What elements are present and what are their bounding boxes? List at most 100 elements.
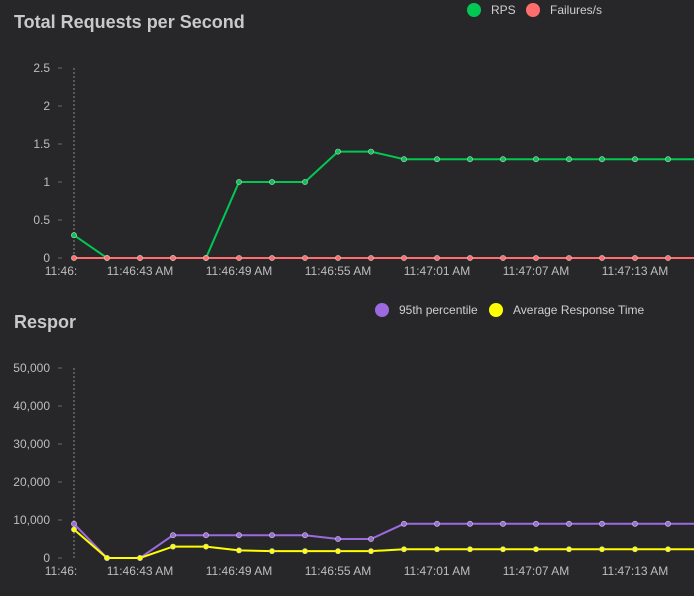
chart-series-response	[71, 520, 694, 561]
data-point-resp-0[interactable]	[368, 536, 374, 542]
data-point-resp-0[interactable]	[170, 532, 176, 539]
data-point-rps-1[interactable]	[533, 255, 539, 261]
data-point-rps-1[interactable]	[236, 255, 242, 261]
data-point-rps-1[interactable]	[335, 255, 341, 261]
data-point-resp-1[interactable]	[566, 546, 572, 553]
x-tick-label: 11:47:01 AM	[404, 564, 471, 578]
data-point-resp-1[interactable]	[236, 547, 242, 554]
chart-series-rps	[71, 148, 694, 261]
data-point-rps-0[interactable]	[368, 148, 374, 155]
y-tick-label: 20,000	[13, 475, 50, 489]
data-point-rps-1[interactable]	[170, 255, 176, 261]
legend-response[interactable]: 95th percentile Average Response Time	[375, 303, 645, 317]
chart-axes-response: 0 10,000 20,000 30,000 40,000 50,000 11:46: 11:…	[13, 361, 668, 578]
legend-marker-rps[interactable]	[467, 3, 481, 17]
data-point-rps-0[interactable]	[599, 156, 605, 163]
data-point-resp-0[interactable]	[665, 520, 671, 527]
data-point-resp-0[interactable]	[236, 532, 242, 539]
data-point-resp-1[interactable]	[137, 555, 143, 561]
data-point-rps-1[interactable]	[632, 255, 638, 261]
x-tick-label: 11:46:55 AM	[305, 564, 372, 578]
series-line-resp-0[interactable]	[73, 522, 694, 559]
legend-marker-p95[interactable]	[375, 303, 389, 317]
y-tick-label: 0.5	[33, 213, 50, 227]
data-point-resp-0[interactable]	[203, 532, 209, 539]
data-point-rps-0[interactable]	[401, 156, 407, 163]
data-point-rps-0[interactable]	[236, 179, 242, 185]
data-point-resp-0[interactable]	[533, 520, 539, 527]
data-point-resp-1[interactable]	[368, 548, 374, 555]
data-point-resp-1[interactable]	[203, 543, 209, 550]
legend-label-rps[interactable]: RPS	[491, 3, 516, 17]
legend-rps[interactable]: RPS Failures/s	[467, 3, 602, 17]
data-point-rps-1[interactable]	[599, 255, 605, 261]
data-point-resp-1[interactable]	[302, 548, 308, 555]
data-point-rps-1[interactable]	[137, 255, 143, 261]
data-point-rps-1[interactable]	[104, 255, 110, 261]
data-point-resp-1[interactable]	[500, 546, 506, 553]
legend-label-avg[interactable]: Average Response Time	[513, 303, 645, 317]
data-point-rps-0[interactable]	[269, 179, 275, 185]
data-point-resp-0[interactable]	[632, 520, 638, 527]
x-tick-label: 11:46:	[45, 564, 77, 578]
data-point-resp-1[interactable]	[632, 546, 638, 553]
data-point-rps-1[interactable]	[500, 255, 506, 261]
data-point-resp-1[interactable]	[533, 546, 539, 553]
x-tick-label: 11:47:07 AM	[503, 564, 570, 578]
y-tick-label: 10,000	[13, 513, 50, 527]
legend-marker-failures[interactable]	[526, 3, 540, 17]
data-point-resp-0[interactable]	[401, 520, 407, 527]
data-point-resp-1[interactable]	[71, 526, 77, 533]
y-tick-label: 50,000	[13, 361, 50, 375]
chart-axes-rps: 0 0.5 1 1.5 2 2.5 11:46: 11:46:43 AM 11:46:49 AM…	[33, 61, 668, 278]
data-point-rps-1[interactable]	[368, 255, 374, 261]
data-point-rps-1[interactable]	[401, 255, 407, 261]
data-point-resp-1[interactable]	[269, 548, 275, 555]
data-point-resp-1[interactable]	[665, 546, 671, 553]
series-line-rps-0[interactable]	[73, 150, 694, 259]
data-point-rps-1[interactable]	[665, 255, 671, 261]
data-point-rps-0[interactable]	[665, 156, 671, 163]
data-point-resp-1[interactable]	[467, 546, 473, 553]
data-point-resp-0[interactable]	[302, 532, 308, 539]
x-tick-label: 11:46:55 AM	[305, 264, 372, 278]
data-point-resp-0[interactable]	[467, 520, 473, 527]
data-point-rps-0[interactable]	[500, 156, 506, 163]
data-point-resp-0[interactable]	[335, 536, 341, 542]
data-point-resp-0[interactable]	[500, 520, 506, 527]
legend-marker-avg[interactable]	[489, 303, 503, 317]
data-point-rps-1[interactable]	[269, 255, 275, 261]
data-point-resp-1[interactable]	[170, 543, 176, 550]
data-point-rps-0[interactable]	[434, 156, 440, 163]
legend-label-p95[interactable]: 95th percentile	[399, 303, 478, 317]
data-point-resp-0[interactable]	[566, 520, 572, 527]
data-point-rps-1[interactable]	[203, 255, 209, 261]
x-tick-label: 11:47:07 AM	[503, 264, 570, 278]
data-point-resp-0[interactable]	[269, 532, 275, 539]
data-point-resp-1[interactable]	[104, 555, 110, 561]
data-point-rps-0[interactable]	[566, 156, 572, 163]
data-point-rps-1[interactable]	[434, 255, 440, 261]
data-point-resp-0[interactable]	[599, 520, 605, 527]
data-point-rps-0[interactable]	[302, 179, 308, 185]
data-point-rps-1[interactable]	[467, 255, 473, 261]
data-point-rps-1[interactable]	[302, 255, 308, 261]
data-point-rps-1[interactable]	[71, 255, 77, 261]
data-point-resp-1[interactable]	[401, 546, 407, 553]
data-point-rps-1[interactable]	[566, 255, 572, 261]
data-point-rps-0[interactable]	[533, 156, 539, 163]
data-point-resp-0[interactable]	[434, 520, 440, 527]
data-point-resp-1[interactable]	[335, 548, 341, 555]
x-tick-label: 11:47:13 AM	[602, 564, 669, 578]
data-point-rps-0[interactable]	[467, 156, 473, 163]
data-point-resp-0[interactable]	[71, 520, 77, 527]
x-tick-label: 11:46:49 AM	[206, 264, 273, 278]
data-point-rps-0[interactable]	[335, 148, 341, 155]
chart-title-response: Respor	[14, 312, 76, 332]
y-tick-label: 2.5	[33, 61, 50, 75]
data-point-rps-0[interactable]	[632, 156, 638, 163]
data-point-resp-1[interactable]	[599, 546, 605, 553]
data-point-resp-1[interactable]	[434, 546, 440, 553]
data-point-rps-0[interactable]	[71, 232, 77, 239]
legend-label-failures[interactable]: Failures/s	[550, 3, 602, 17]
